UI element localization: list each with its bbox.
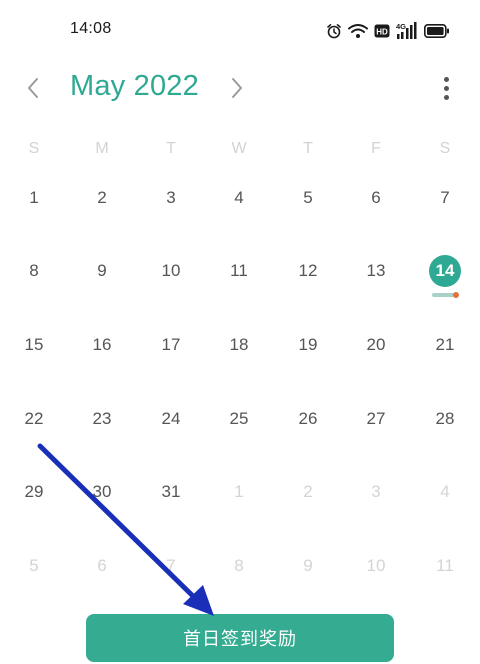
day-cell[interactable]: 13 <box>354 254 398 288</box>
day-cell-today[interactable]: 14 <box>429 255 461 287</box>
first-day-checkin-reward-button[interactable]: 首日签到奖励 <box>86 614 394 662</box>
day-cell[interactable]: 17 <box>149 328 193 362</box>
network-label: 4G <box>396 22 406 31</box>
weekday-mon: M <box>95 140 109 157</box>
day-cell-next-month[interactable]: 10 <box>354 549 398 583</box>
day-cell-next-month[interactable]: 8 <box>217 549 261 583</box>
day-cell-next-month[interactable]: 9 <box>286 549 330 583</box>
status-time: 14:08 <box>70 20 112 37</box>
day-cell[interactable]: 27 <box>354 402 398 436</box>
chevron-right-icon <box>232 78 242 98</box>
day-cell[interactable]: 12 <box>286 254 330 288</box>
day-cell[interactable]: 5 <box>286 181 330 215</box>
day-cell-next-month[interactable]: 3 <box>354 475 398 509</box>
day-cell[interactable]: 31 <box>149 475 193 509</box>
day-cell-next-month[interactable]: 11 <box>423 549 467 583</box>
day-cell[interactable]: 29 <box>12 475 56 509</box>
day-cell[interactable]: 7 <box>423 181 467 215</box>
day-cell[interactable]: 19 <box>286 328 330 362</box>
day-cell-next-month[interactable]: 1 <box>217 475 261 509</box>
day-cell-next-month[interactable]: 5 <box>12 549 56 583</box>
day-cell[interactable]: 6 <box>354 181 398 215</box>
status-bar: 14:08 HD 4G <box>0 0 480 60</box>
hd-label: HD <box>376 27 388 36</box>
day-cell[interactable]: 4 <box>217 181 261 215</box>
day-cell[interactable]: 15 <box>12 328 56 362</box>
day-cell-next-month[interactable]: 7 <box>149 549 193 583</box>
weekday-sat: S <box>439 140 451 157</box>
day-cell[interactable]: 2 <box>80 181 124 215</box>
day-cell[interactable]: 3 <box>149 181 193 215</box>
day-cell[interactable]: 8 <box>12 254 56 288</box>
alarm-icon <box>327 24 341 39</box>
day-cell[interactable]: 16 <box>80 328 124 362</box>
more-vertical-icon[interactable] <box>436 72 456 104</box>
wifi-icon <box>348 24 368 38</box>
day-cell[interactable]: 25 <box>217 402 261 436</box>
signal-icon: 4G <box>396 22 417 39</box>
status-icons: HD 4G <box>326 22 450 40</box>
day-cell[interactable]: 20 <box>354 328 398 362</box>
day-cell[interactable]: 22 <box>12 402 56 436</box>
calendar-screen: 14:08 HD 4G May 2022 S M T W T F S 1 2 3… <box>0 0 480 664</box>
day-cell[interactable]: 30 <box>80 475 124 509</box>
prev-month-button[interactable] <box>19 74 47 102</box>
weekday-fri: F <box>371 140 381 157</box>
event-indicator-dot <box>453 292 459 298</box>
weekday-tue: T <box>166 140 176 157</box>
chevron-left-icon <box>28 78 38 98</box>
day-cell-next-month[interactable]: 4 <box>423 475 467 509</box>
battery-icon <box>424 24 449 38</box>
day-cell[interactable]: 11 <box>217 254 261 288</box>
calendar-header: May 2022 <box>0 62 480 116</box>
weekday-sun: S <box>28 140 40 157</box>
weekday-thu: T <box>303 140 313 157</box>
weekday-wed: W <box>231 140 247 157</box>
day-cell[interactable]: 21 <box>423 328 467 362</box>
month-title[interactable]: May 2022 <box>70 70 199 103</box>
hd-icon: HD <box>374 24 390 38</box>
day-cell[interactable]: 18 <box>217 328 261 362</box>
day-cell[interactable]: 10 <box>149 254 193 288</box>
day-cell-next-month[interactable]: 6 <box>80 549 124 583</box>
day-cell-next-month[interactable]: 2 <box>286 475 330 509</box>
day-cell[interactable]: 9 <box>80 254 124 288</box>
day-cell[interactable]: 28 <box>423 402 467 436</box>
day-cell[interactable]: 24 <box>149 402 193 436</box>
day-cell[interactable]: 1 <box>12 181 56 215</box>
day-cell[interactable]: 26 <box>286 402 330 436</box>
day-cell[interactable]: 23 <box>80 402 124 436</box>
next-month-button[interactable] <box>223 74 251 102</box>
